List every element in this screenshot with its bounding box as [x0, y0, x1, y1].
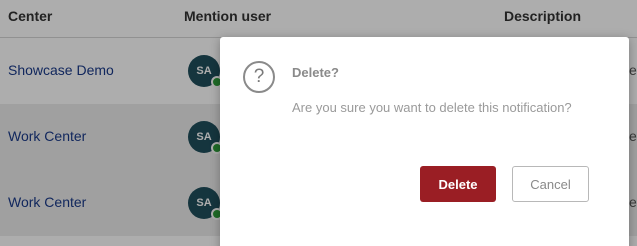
- cancel-button[interactable]: Cancel: [512, 166, 589, 202]
- dialog-title: Delete?: [292, 65, 339, 80]
- dialog-message: Are you sure you want to delete this not…: [292, 100, 572, 115]
- question-circle-icon: ?: [243, 61, 275, 93]
- delete-confirmation-dialog: ? Delete? Are you sure you want to delet…: [220, 37, 629, 246]
- delete-button[interactable]: Delete: [420, 166, 496, 202]
